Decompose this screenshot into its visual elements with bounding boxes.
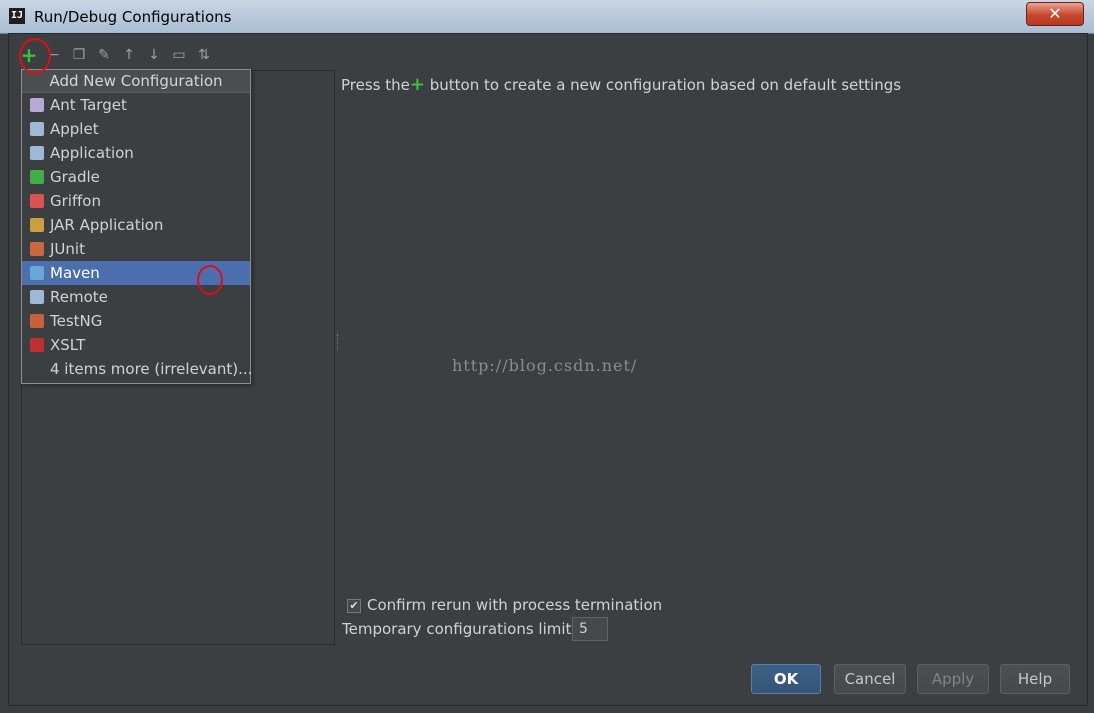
hint-suffix: button to create a new configuration bas… [424, 76, 902, 94]
confirm-rerun-row[interactable]: ✔ Confirm rerun with process termination [347, 596, 662, 614]
menu-item-label: Applet [50, 120, 99, 138]
menu-item-label: Ant Target [50, 96, 127, 114]
copy-icon[interactable]: ❐ [69, 44, 89, 66]
temp-limit-row: Temporary configurations limit: [342, 617, 608, 641]
hint-prefix: Press the [341, 76, 410, 94]
splitter-handle[interactable] [337, 334, 340, 350]
junit-icon [30, 242, 44, 256]
close-button[interactable]: ✕ [1026, 2, 1084, 26]
applet-icon [30, 122, 44, 136]
xslt-icon [30, 338, 44, 352]
application-icon [30, 146, 44, 160]
intellij-logo-icon: IJ [9, 8, 25, 24]
menu-item-label: JUnit [50, 240, 85, 258]
ant-icon [30, 98, 44, 112]
move-up-icon[interactable]: ↑ [119, 44, 139, 66]
menu-item-label: Maven [50, 264, 100, 282]
menu-item-label: 4 items more (irrelevant)... [50, 360, 253, 378]
sort-icon[interactable]: ⇅ [194, 44, 214, 66]
confirm-rerun-label: Confirm rerun with process termination [367, 596, 663, 614]
edit-defaults-icon[interactable]: ✎ [94, 44, 114, 66]
confirm-rerun-checkbox[interactable]: ✔ [347, 598, 361, 613]
griffon-icon [30, 194, 44, 208]
menu-item[interactable]: TestNG [22, 309, 250, 333]
temp-limit-input[interactable] [572, 617, 608, 641]
menu-item-label: Griffon [50, 192, 101, 210]
ok-button[interactable]: OK [751, 664, 821, 694]
help-button[interactable]: Help [1000, 664, 1070, 694]
folder-icon[interactable]: ▭ [169, 44, 189, 66]
jar-icon [30, 218, 44, 232]
menu-item[interactable]: Application [22, 141, 250, 165]
apply-button[interactable]: Apply [917, 664, 989, 694]
add-new-configuration-popup: Add New Configuration Ant Target Applet Ap… [21, 69, 253, 384]
annotation-circle-maven [197, 265, 223, 295]
title-bar: IJ Run/Debug Configurations ✕ [0, 0, 1094, 34]
window-title: Run/Debug Configurations [34, 8, 232, 26]
menu-item-label: Remote [50, 288, 108, 306]
menu-item[interactable]: Griffon [22, 189, 250, 213]
watermark: http://blog.csdn.net/ [452, 356, 638, 375]
dialog-body: + − ❐ ✎ ↑ ↓ ▭ ⇅ Add New Configuration Ant Targe… [8, 33, 1088, 706]
add-plus-icon: + [409, 74, 425, 95]
menu-item-label: TestNG [50, 312, 103, 330]
menu-item[interactable]: XSLT [22, 333, 250, 357]
menu-item[interactable]: JAR Application [22, 213, 250, 237]
configuration-type-list: Ant Target Applet Application Gradle Griffon… [22, 93, 253, 381]
menu-item[interactable]: 4 items more (irrelevant)... [22, 357, 253, 381]
move-down-icon[interactable]: ↓ [144, 44, 164, 66]
testng-icon [30, 314, 44, 328]
gradle-icon [30, 170, 44, 184]
menu-item-label: JAR Application [50, 216, 164, 234]
menu-item[interactable]: Ant Target [22, 93, 250, 117]
temp-limit-label: Temporary configurations limit: [342, 620, 577, 638]
popup-header: Add New Configuration [22, 70, 250, 93]
menu-item-label: Application [50, 144, 134, 162]
annotation-circle-add [19, 38, 51, 74]
menu-item[interactable]: Gradle [22, 165, 250, 189]
cancel-button[interactable]: Cancel [834, 664, 906, 694]
maven-icon [30, 266, 44, 280]
menu-item[interactable]: Applet [22, 117, 250, 141]
menu-item-label: XSLT [50, 336, 86, 354]
menu-item[interactable]: JUnit [22, 237, 250, 261]
menu-item-label: Gradle [50, 168, 100, 186]
empty-hint: Press the+ button to create a new config… [341, 74, 901, 95]
remote-icon [30, 290, 44, 304]
